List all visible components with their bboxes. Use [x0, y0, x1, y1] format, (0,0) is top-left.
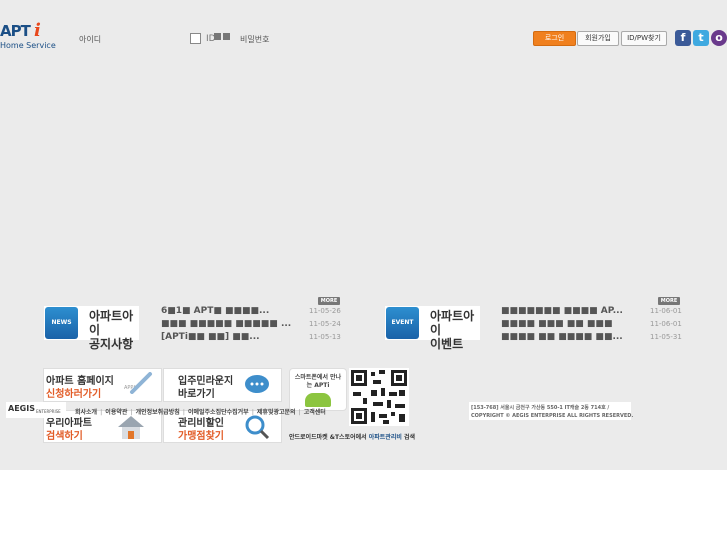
app-search-caption: 안드로이드마켓 &T스토어에서 아파트관리비 검색 [289, 432, 415, 441]
list-item[interactable]: ■■■ ■■■■■ ■■■■■ ... 11-05-24 [161, 319, 343, 331]
house-icon [118, 416, 144, 439]
smartphone-app-banner[interactable]: 스마트폰에서 만나는 APTi [289, 368, 347, 411]
list-item[interactable]: ■■■■ ■■■ ■■ ■■■ 11-06-01 [501, 319, 683, 331]
aegis-logo-text: AEGIS [8, 404, 35, 413]
logo-subtitle: Home Service [0, 41, 56, 50]
notice-item-title[interactable]: [APTi■■ ■■] ■■... [161, 332, 260, 342]
notice-item-title[interactable]: 6■1■ APT■ ■■■■... [161, 306, 269, 316]
footer-separator: | [251, 409, 254, 416]
company-info: [153-768] 서울시 금천구 가산동 550-1 IT캐슬 2동 714호… [469, 402, 634, 420]
news-icon: NEWS [45, 307, 78, 339]
social-share-icon[interactable]: o [711, 30, 727, 46]
search-banner-line2: 검색하기 [46, 431, 83, 442]
event-item-date: 11-05-31 [650, 333, 682, 341]
event-icon: EVENT [386, 307, 419, 339]
pen-icon [130, 372, 152, 394]
copyright-text: COPYRIGHT © AEGIS ENTERPRISE ALL RIGHTS … [471, 413, 634, 419]
footer-separator: | [182, 409, 185, 416]
list-item[interactable]: ■■■■ ■■ ■■■■ ■■... 11-05-31 [501, 332, 683, 344]
apti-logo[interactable]: APT i Home Service [0, 20, 56, 52]
company-address: [153-768] 서울시 금천구 가산동 550-1 IT캐슬 2동 714호… [471, 405, 610, 411]
id-label[interactable]: 아이디 [79, 34, 101, 45]
android-icon [305, 393, 331, 407]
list-item[interactable]: ■■■■■■■ ■■■■ AP... 11-06-01 [501, 306, 683, 318]
list-item[interactable]: [APTi■■ ■■] ■■... 11-05-13 [161, 332, 343, 344]
event-item-title[interactable]: ■■■■■■■ ■■■■ AP... [501, 306, 623, 316]
logo-i-mark: i [34, 20, 41, 41]
homepage-apply-banner[interactable]: 아파트 홈페이지 신청하러가기 APPLY [43, 368, 162, 402]
lounge-banner-line2: 바로가기 [178, 389, 215, 400]
notice-header: NEWS 아파트아이 공지사항 [44, 306, 139, 351]
chat-bubble-icon [245, 375, 269, 393]
event-title-line2: 이벤트 [430, 337, 464, 351]
footer-link[interactable]: 제휴및광고문의 [257, 409, 296, 416]
event-title-line1: 아파트아이 [430, 309, 475, 337]
save-id-checkbox[interactable] [190, 33, 201, 44]
event-item-date: 11-06-01 [650, 320, 682, 328]
notice-title-line1: 아파트아이 [89, 309, 134, 337]
footer-separator: | [298, 409, 301, 416]
app-banner-text: 스마트폰에서 만나는 APTi [294, 374, 342, 389]
event-item-title[interactable]: ■■■■ ■■ ■■■■ ■■... [501, 332, 623, 342]
password-label[interactable]: 비밀번호 [240, 34, 269, 45]
event-item-date: 11-06-01 [650, 307, 682, 315]
twitter-icon[interactable]: t [693, 30, 709, 46]
footer-link[interactable]: 회사소개 [75, 409, 97, 416]
notice-list: 6■1■ APT■ ■■■■... 11-05-26 ■■■ ■■■■■ ■■■■… [161, 306, 343, 345]
facebook-icon[interactable]: f [675, 30, 691, 46]
login-button[interactable]: 로그인 [533, 31, 576, 46]
discount-banner-line2: 가맹점찾기 [178, 431, 224, 442]
app-caption-prefix: 안드로이드마켓 &T스토어에서 [289, 434, 369, 441]
notice-item-title[interactable]: ■■■ ■■■■■ ■■■■■ ... [161, 319, 291, 329]
app-caption-keyword: 아파트관리비 [368, 434, 402, 441]
footer-links: 회사소개 | 이용약관 | 개인정보취급방침 | 이메일주소집단수집거부 | 제휴및광고문의 | 고… [75, 407, 326, 416]
find-id-pw-button[interactable]: ID/PW찾기 [621, 31, 667, 46]
join-button[interactable]: 회원가입 [577, 31, 619, 46]
resident-lounge-banner[interactable]: 입주민라운지 바로가기 [163, 368, 282, 402]
aegis-logo: AEGIS ENTERPRISE [6, 402, 66, 418]
event-item-title[interactable]: ■■■■ ■■■ ■■ ■■■ [501, 319, 612, 329]
notice-item-date: 11-05-26 [309, 307, 341, 315]
notice-item-date: 11-05-24 [309, 320, 341, 328]
qr-code [349, 368, 409, 426]
event-list: ■■■■■■■ ■■■■ AP... 11-06-01 ■■■■ ■■■ ■■ ■… [501, 306, 683, 345]
logo-main-text: APT [0, 22, 31, 40]
notice-item-date: 11-05-13 [309, 333, 341, 341]
list-item[interactable]: 6■1■ APT■ ■■■■... 11-05-26 [161, 306, 343, 318]
magnifier-icon [245, 415, 270, 440]
footer-separator: | [100, 409, 103, 416]
notice-title-line2: 공지사항 [89, 337, 134, 351]
notice-more-button[interactable]: MORE [318, 297, 340, 305]
save-id-broken-glyphs [214, 33, 230, 40]
footer-link[interactable]: 개인정보취급방침 [136, 409, 180, 416]
aegis-logo-sub: ENTERPRISE [36, 409, 61, 414]
footer-link[interactable]: 고객센터 [304, 409, 326, 416]
footer-link[interactable]: 이메일주소집단수집거부 [188, 409, 249, 416]
homepage-banner-line2: 신청하러가기 [46, 389, 102, 400]
event-header: EVENT 아파트아이 이벤트 [385, 306, 480, 351]
notice-title: 아파트아이 공지사항 [89, 309, 139, 351]
footer-separator: | [130, 409, 133, 416]
event-title: 아파트아이 이벤트 [430, 309, 480, 351]
app-caption-suffix: 검색 [401, 434, 416, 441]
footer-link[interactable]: 이용약관 [105, 409, 127, 416]
event-more-button[interactable]: MORE [658, 297, 680, 305]
